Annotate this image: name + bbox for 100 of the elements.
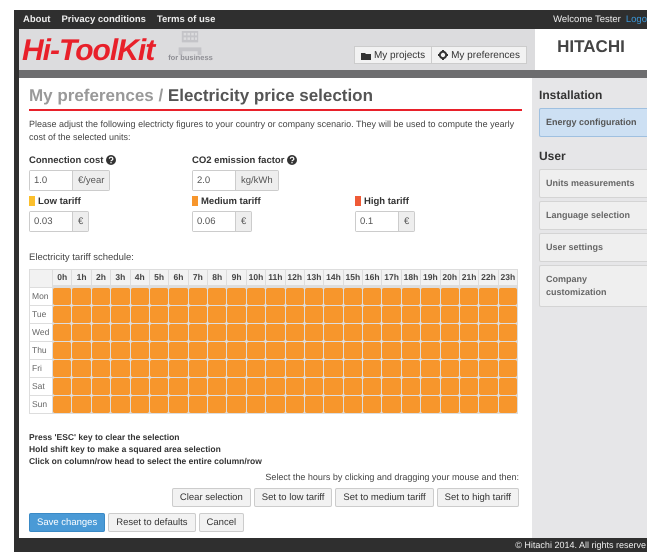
input-field[interactable]: 2.0 bbox=[193, 170, 236, 190]
schedule-cell[interactable] bbox=[479, 306, 498, 323]
schedule-cell[interactable] bbox=[382, 324, 401, 341]
schedule-cell[interactable] bbox=[479, 342, 498, 359]
hour-header[interactable]: 22h bbox=[479, 270, 498, 285]
schedule-cell[interactable] bbox=[208, 288, 226, 305]
schedule-cell[interactable] bbox=[460, 360, 478, 377]
schedule-cell[interactable] bbox=[382, 396, 401, 413]
schedule-cell[interactable] bbox=[266, 396, 284, 413]
schedule-cell[interactable] bbox=[324, 324, 343, 341]
hour-header[interactable]: 21h bbox=[460, 270, 478, 285]
hour-header[interactable]: 18h bbox=[402, 270, 420, 285]
schedule-cell[interactable] bbox=[324, 378, 343, 395]
logout-link[interactable]: Logo bbox=[626, 14, 647, 25]
schedule-cell[interactable] bbox=[402, 306, 420, 323]
schedule-cell[interactable] bbox=[111, 396, 130, 413]
hour-header[interactable]: 2h bbox=[92, 270, 110, 285]
schedule-cell[interactable] bbox=[130, 324, 149, 341]
schedule-cell[interactable] bbox=[460, 396, 478, 413]
schedule-cell[interactable] bbox=[169, 324, 188, 341]
hour-header[interactable]: 16h bbox=[363, 270, 382, 285]
schedule-cell[interactable] bbox=[479, 396, 498, 413]
schedule-cell[interactable] bbox=[460, 378, 478, 395]
nav-link[interactable]: Terms of use bbox=[156, 14, 216, 25]
schedule-cell[interactable] bbox=[363, 324, 382, 341]
schedule-cell[interactable] bbox=[304, 342, 324, 359]
schedule-cell[interactable] bbox=[363, 288, 382, 305]
sidebar-item[interactable]: Units measurements bbox=[539, 168, 647, 198]
hour-header[interactable]: 5h bbox=[150, 270, 168, 285]
schedule-cell[interactable] bbox=[382, 360, 401, 377]
schedule-cell[interactable] bbox=[111, 360, 130, 377]
schedule-cell[interactable] bbox=[324, 360, 343, 377]
schedule-cell[interactable] bbox=[460, 288, 478, 305]
schedule-cell[interactable] bbox=[324, 306, 343, 323]
schedule-cell[interactable] bbox=[150, 360, 168, 377]
schedule-cell[interactable] bbox=[460, 324, 478, 341]
schedule-cell[interactable] bbox=[53, 396, 72, 413]
schedule-cell[interactable] bbox=[344, 360, 362, 377]
hour-header[interactable]: 17h bbox=[382, 270, 401, 285]
schedule-cell[interactable] bbox=[286, 360, 304, 377]
schedule-cell[interactable] bbox=[382, 306, 401, 323]
schedule-cell[interactable] bbox=[344, 342, 362, 359]
tariff-button[interactable]: Set to low tariff bbox=[254, 488, 332, 507]
schedule-cell[interactable] bbox=[324, 396, 343, 413]
action-button[interactable]: Cancel bbox=[198, 512, 244, 532]
schedule-cell[interactable] bbox=[304, 360, 324, 377]
schedule-cell[interactable] bbox=[498, 378, 517, 395]
schedule-cell[interactable] bbox=[130, 360, 149, 377]
schedule-cell[interactable] bbox=[169, 306, 188, 323]
schedule-cell[interactable] bbox=[266, 360, 284, 377]
tariff-button[interactable]: Set to high tariff bbox=[436, 488, 519, 507]
day-header[interactable]: Sun bbox=[30, 396, 52, 413]
schedule-cell[interactable] bbox=[169, 378, 188, 395]
schedule-cell[interactable] bbox=[498, 342, 517, 359]
hour-header[interactable]: 10h bbox=[246, 270, 266, 285]
input-field[interactable]: 0.1 bbox=[356, 212, 399, 231]
schedule-cell[interactable] bbox=[130, 306, 149, 323]
schedule-cell[interactable] bbox=[498, 360, 517, 377]
hour-header[interactable]: 1h bbox=[72, 270, 91, 285]
day-header[interactable]: Mon bbox=[30, 288, 52, 305]
hour-header[interactable]: 8h bbox=[208, 270, 226, 285]
schedule-cell[interactable] bbox=[246, 396, 266, 413]
schedule-cell[interactable] bbox=[188, 342, 207, 359]
schedule-cell[interactable] bbox=[150, 378, 168, 395]
schedule-cell[interactable] bbox=[421, 342, 440, 359]
schedule-cell[interactable] bbox=[169, 342, 188, 359]
schedule-cell[interactable] bbox=[111, 342, 130, 359]
schedule-cell[interactable] bbox=[208, 396, 226, 413]
schedule-cell[interactable] bbox=[150, 324, 168, 341]
hour-header[interactable]: 23h bbox=[498, 270, 517, 285]
schedule-cell[interactable] bbox=[188, 306, 207, 323]
schedule-cell[interactable] bbox=[440, 324, 459, 341]
day-header[interactable]: Sat bbox=[30, 378, 52, 395]
schedule-cell[interactable] bbox=[53, 360, 72, 377]
schedule-cell[interactable] bbox=[324, 342, 343, 359]
schedule-cell[interactable] bbox=[363, 342, 382, 359]
schedule-cell[interactable] bbox=[286, 288, 304, 305]
hour-header[interactable]: 12h bbox=[286, 270, 304, 285]
schedule-cell[interactable] bbox=[498, 324, 517, 341]
input-field[interactable]: 0.06 bbox=[193, 212, 236, 231]
schedule-cell[interactable] bbox=[440, 396, 459, 413]
schedule-cell[interactable] bbox=[382, 378, 401, 395]
hour-header[interactable]: 15h bbox=[344, 270, 362, 285]
schedule-cell[interactable] bbox=[130, 342, 149, 359]
schedule-cell[interactable] bbox=[111, 378, 130, 395]
schedule-cell[interactable] bbox=[402, 396, 420, 413]
schedule-cell[interactable] bbox=[53, 342, 72, 359]
schedule-cell[interactable] bbox=[402, 360, 420, 377]
schedule-cell[interactable] bbox=[402, 378, 420, 395]
schedule-cell[interactable] bbox=[208, 342, 226, 359]
sidebar-item[interactable]: Energy configuration bbox=[539, 108, 647, 137]
schedule-cell[interactable] bbox=[363, 396, 382, 413]
schedule-cell[interactable] bbox=[440, 306, 459, 323]
schedule-cell[interactable] bbox=[286, 342, 304, 359]
schedule-cell[interactable] bbox=[304, 306, 324, 323]
schedule-cell[interactable] bbox=[111, 324, 130, 341]
hour-header[interactable]: 9h bbox=[227, 270, 246, 285]
schedule-cell[interactable] bbox=[227, 288, 246, 305]
schedule-cell[interactable] bbox=[188, 378, 207, 395]
schedule-cell[interactable] bbox=[421, 288, 440, 305]
